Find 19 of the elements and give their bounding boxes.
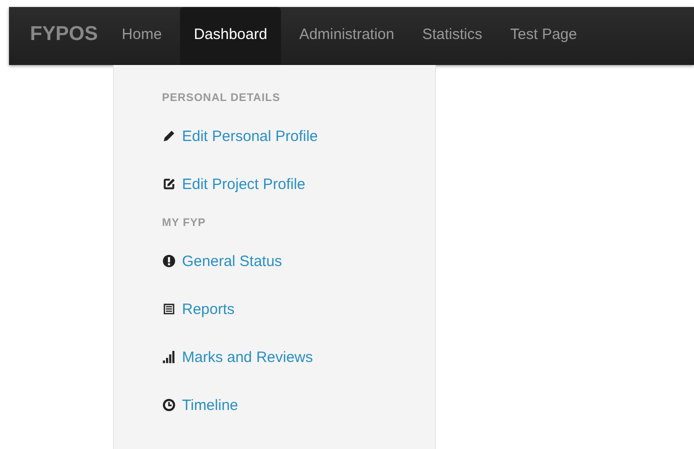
sidebar-link[interactable]: Marks and Reviews bbox=[162, 333, 313, 381]
nav-tab[interactable]: Dashboard bbox=[180, 7, 282, 65]
nav-tab[interactable]: Statistics bbox=[408, 7, 496, 65]
nav-tab[interactable]: Test Page bbox=[496, 7, 591, 65]
sidebar-link[interactable]: Timeline bbox=[162, 381, 238, 429]
pencil-icon bbox=[162, 129, 176, 143]
sidebar-link[interactable]: General Status bbox=[162, 237, 282, 285]
section-header: PERSONAL DETAILS bbox=[162, 91, 282, 106]
clock-icon bbox=[162, 398, 176, 412]
exclamation-circle-icon bbox=[162, 254, 176, 268]
list-icon bbox=[162, 302, 176, 316]
sidebar-link[interactable]: Edit Project Profile bbox=[162, 160, 306, 208]
sidebar-link[interactable]: Edit Personal Profile bbox=[162, 112, 318, 160]
sidebar-link[interactable]: Reports bbox=[162, 285, 235, 333]
brand-logo[interactable]: FYPOS bbox=[9, 22, 108, 46]
section-header: MY FYP bbox=[162, 216, 207, 231]
nav-tab[interactable]: Administration bbox=[285, 7, 408, 65]
nav-tab[interactable]: Home bbox=[108, 7, 176, 65]
signal-bars-icon bbox=[162, 350, 176, 364]
